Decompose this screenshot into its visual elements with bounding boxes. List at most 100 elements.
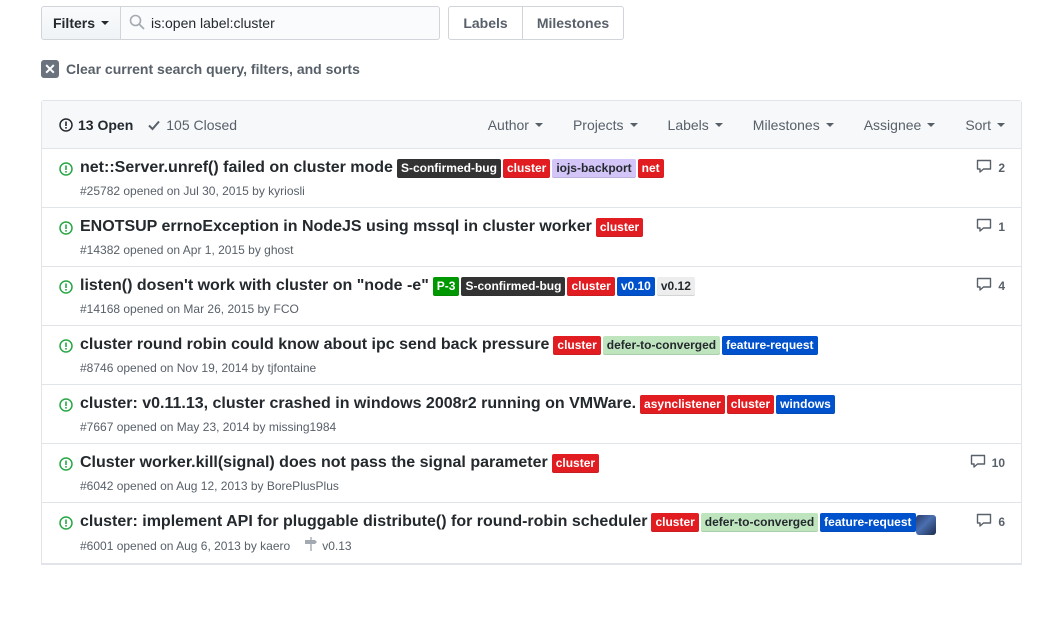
comment-count: 10 [991, 455, 1005, 470]
issue-label[interactable]: v0.10 [616, 277, 655, 296]
issue-label[interactable]: iojs-backport [552, 159, 636, 178]
issue-meta-text: #14168 opened on Mar 26, 2015 by FCO [80, 302, 299, 316]
closed-count: 105 Closed [166, 116, 238, 133]
chevron-down-icon [714, 123, 723, 127]
author-filter[interactable]: Author [488, 117, 543, 133]
issue-label[interactable]: net [637, 159, 664, 178]
author-filter-label: Author [487, 117, 529, 133]
issue-open-icon [59, 161, 73, 180]
issue-label[interactable]: cluster [567, 277, 615, 296]
issue-title-line: ENOTSUP errnoException in NodeJS using m… [80, 216, 1021, 238]
issue-label[interactable]: cluster [553, 336, 601, 355]
labels-milestones-nav: Labels Milestones [448, 6, 624, 40]
comments-link[interactable]: 10 [970, 454, 1005, 471]
issue-label[interactable]: P-3 [432, 277, 460, 296]
issue-label[interactable]: cluster [595, 218, 644, 237]
issue-meta: #25782 opened on Jul 30, 2015 by kyriosl… [80, 183, 1021, 199]
clear-query-label: Clear current search query, filters, and… [66, 61, 360, 77]
issue-label[interactable]: windows [776, 395, 835, 414]
comment-icon [976, 218, 998, 235]
issue-label[interactable]: cluster [551, 454, 600, 473]
assignee-filter[interactable]: Assignee [864, 117, 936, 133]
issue-title-line: cluster round robin could know about ipc… [80, 334, 1021, 356]
issue-title-link[interactable]: Cluster worker.kill(signal) does not pas… [80, 454, 548, 471]
issue-open-icon [59, 456, 73, 475]
avatar[interactable] [916, 515, 936, 535]
comment-icon [976, 159, 998, 176]
issue-row: net::Server.unref() failed on cluster mo… [42, 149, 1021, 208]
issue-rows: net::Server.unref() failed on cluster mo… [42, 149, 1021, 564]
milestone-label: v0.13 [322, 539, 352, 553]
milestones-button[interactable]: Milestones [523, 6, 624, 40]
chevron-down-icon [629, 123, 638, 127]
issue-open-icon [59, 279, 73, 298]
issue-title-link[interactable]: cluster round robin could know about ipc… [80, 336, 549, 353]
clear-query-link[interactable]: ✕ Clear current search query, filters, a… [41, 60, 360, 78]
sort-filter-label: Sort [965, 117, 991, 133]
comment-count: 4 [998, 278, 1005, 293]
chevron-down-icon [997, 123, 1005, 127]
labels-filter[interactable]: Labels [668, 117, 723, 133]
comments-link[interactable]: 2 [976, 159, 1005, 176]
comment-icon [976, 277, 998, 294]
milestone-link[interactable]: v0.13 [304, 537, 352, 555]
issue-label[interactable]: defer-to-converged [700, 513, 819, 532]
issue-label[interactable]: feature-request [722, 336, 818, 355]
filters-dropdown-button[interactable]: Filters [41, 6, 121, 40]
comments-link[interactable]: 4 [976, 277, 1005, 294]
comments-link[interactable]: 1 [976, 218, 1005, 235]
issue-title-link[interactable]: net::Server.unref() failed on cluster mo… [80, 159, 393, 176]
issue-label[interactable]: v0.12 [656, 277, 695, 296]
issue-meta: #14168 opened on Mar 26, 2015 by FCO [80, 301, 1021, 317]
issue-label[interactable]: S-confirmed-bug [461, 277, 566, 296]
chevron-down-icon [927, 123, 936, 127]
filters-label: Filters [52, 15, 95, 31]
issue-title-line: cluster: implement API for pluggable dis… [80, 511, 1021, 533]
issue-label[interactable]: cluster [651, 513, 699, 532]
issue-label[interactable]: defer-to-converged [602, 336, 721, 355]
issue-row: cluster round robin could know about ipc… [42, 326, 1021, 385]
issue-label[interactable]: S-confirmed-bug [396, 159, 501, 178]
search-box[interactable] [121, 6, 440, 40]
search-icon [129, 14, 145, 33]
issue-open-icon [59, 117, 73, 132]
milestones-filter[interactable]: Milestones [753, 117, 834, 133]
comment-count: 6 [998, 514, 1005, 529]
labels-button[interactable]: Labels [448, 6, 523, 40]
open-issues-tab[interactable]: 13 Open [59, 117, 133, 133]
issue-meta-text: #6001 opened on Aug 6, 2013 by kaero [80, 539, 291, 553]
assignee-filter-label: Assignee [863, 117, 922, 133]
check-icon [148, 120, 161, 130]
issue-meta-text: #14382 opened on Apr 1, 2015 by ghost [80, 243, 294, 257]
issue-title-link[interactable]: listen() dosen't work with cluster on "n… [80, 277, 429, 294]
issue-title-link[interactable]: ENOTSUP errnoException in NodeJS using m… [80, 218, 592, 235]
issue-title-line: Cluster worker.kill(signal) does not pas… [80, 452, 1021, 474]
issue-title-line: listen() dosen't work with cluster on "n… [80, 275, 1021, 297]
issue-meta-text: #8746 opened on Nov 19, 2014 by tjfontai… [80, 361, 317, 375]
issue-open-icon [59, 220, 73, 239]
projects-filter[interactable]: Projects [573, 117, 638, 133]
issue-meta: #7667 opened on May 23, 2014 by missing1… [80, 419, 1021, 435]
issue-label[interactable]: feature-request [820, 513, 916, 532]
chevron-down-icon [101, 21, 109, 25]
milestone-icon [304, 537, 322, 555]
issue-label[interactable]: asynclistener [640, 395, 725, 414]
issue-row: cluster: implement API for pluggable dis… [42, 503, 1021, 564]
issue-meta: #6001 opened on Aug 6, 2013 by kaero v0.1… [80, 537, 1021, 555]
comments-link[interactable]: 6 [976, 513, 1005, 530]
issue-meta-text: #6042 opened on Aug 12, 2013 by BorePlus… [80, 479, 339, 493]
issue-label[interactable]: cluster [502, 159, 551, 178]
issue-label[interactable]: cluster [726, 395, 775, 414]
closed-issues-tab[interactable]: 105 Closed [147, 117, 237, 133]
issue-row: ENOTSUP errnoException in NodeJS using m… [42, 208, 1021, 267]
header-filters: Author Projects Labels Milestones Assign… [458, 101, 1005, 149]
search-input[interactable] [151, 15, 421, 31]
issue-open-icon [59, 397, 73, 416]
sort-filter[interactable]: Sort [965, 117, 1005, 133]
issue-title-link[interactable]: cluster: v0.11.13, cluster crashed in wi… [80, 395, 636, 412]
issues-header: 13 Open 105 Closed Author Projects Label… [42, 101, 1021, 149]
issue-row: Cluster worker.kill(signal) does not pas… [42, 444, 1021, 503]
issue-title-link[interactable]: cluster: implement API for pluggable dis… [80, 513, 647, 530]
issue-row: listen() dosen't work with cluster on "n… [42, 267, 1021, 326]
comment-count: 1 [998, 219, 1005, 234]
